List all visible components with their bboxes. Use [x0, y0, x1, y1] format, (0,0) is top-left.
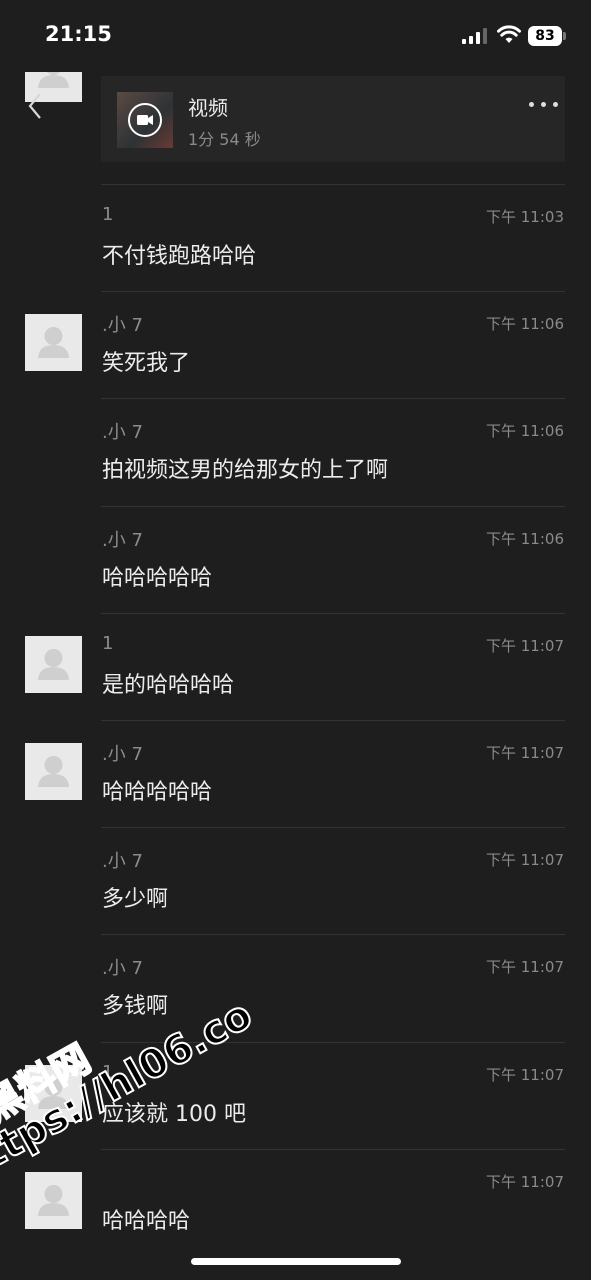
message-text: 多少啊 — [102, 887, 169, 913]
avatar[interactable] — [25, 743, 82, 800]
home-indicator[interactable] — [191, 1258, 401, 1265]
sender-name: .小 7 — [102, 958, 143, 980]
message-row[interactable]: .小 7 下午 11:07 多钱啊 — [0, 934, 591, 1041]
message-row[interactable]: .小 7 下午 11:07 哈哈哈哈哈 — [0, 720, 591, 827]
back-chevron-icon[interactable] — [24, 88, 54, 124]
message-text: 哈哈哈哈哈 — [102, 780, 213, 805]
message-row[interactable]: 1 下午 11:07 应该就 100 吧 — [0, 1041, 591, 1149]
message-time: 下午 11:03 — [486, 208, 564, 226]
default-avatar-icon — [38, 648, 69, 680]
avatar[interactable] — [25, 1064, 82, 1122]
signal-icon — [462, 28, 487, 44]
avatar[interactable] — [25, 635, 82, 693]
message-text: 多钱啊 — [102, 994, 169, 1020]
message-row[interactable]: .小 7 下午 11:06 笑死我了 — [0, 291, 591, 398]
default-avatar-icon — [38, 1077, 69, 1109]
divider — [101, 1041, 565, 1043]
sender-name: 1 — [102, 632, 114, 654]
divider — [101, 827, 565, 829]
message-text: 不付钱跑路哈哈 — [102, 244, 257, 269]
sender-name: .小 7 — [102, 422, 143, 444]
message-time: 下午 11:06 — [486, 529, 564, 548]
video-duration: 1分 54 秒 — [188, 130, 261, 149]
message-time: 下午 11:06 — [486, 422, 564, 441]
sender-name: .小 7 — [102, 529, 143, 551]
message-time: 下午 11:06 — [486, 315, 564, 334]
video-title: 视频 — [188, 96, 228, 120]
divider — [101, 612, 565, 614]
default-avatar-icon — [38, 327, 69, 359]
video-play-icon — [128, 103, 162, 137]
message-text: 哈哈哈哈 — [102, 1208, 191, 1234]
divider — [101, 1148, 565, 1150]
message-row[interactable]: .小 7 下午 11:06 哈哈哈哈哈 — [0, 505, 591, 613]
message-row[interactable]: 1 下午 11:07 是的哈哈哈哈 — [0, 612, 591, 720]
video-card[interactable]: 视频 1分 54 秒 — [101, 76, 565, 162]
divider — [101, 934, 565, 936]
status-time: 21:15 — [45, 22, 112, 46]
message-time: 下午 11:07 — [486, 851, 564, 870]
message-text: 是的哈哈哈哈 — [102, 672, 235, 698]
divider — [101, 505, 565, 507]
video-thumbnail[interactable] — [117, 92, 173, 148]
message-text: 哈哈哈哈哈 — [102, 565, 213, 591]
sender-name: .小 7 — [102, 851, 143, 873]
divider — [101, 184, 565, 185]
battery-tip — [563, 32, 566, 40]
message-time: 下午 11:07 — [486, 1065, 564, 1084]
sender-name: 1 — [102, 204, 114, 225]
battery-icon: 83 — [528, 26, 562, 46]
message-row[interactable]: .小 7 下午 11:07 多少啊 — [0, 827, 591, 934]
message-row[interactable]: 1 下午 11:03 不付钱跑路哈哈 — [0, 184, 591, 291]
message-time: 下午 11:07 — [486, 958, 564, 977]
more-icon[interactable] — [529, 98, 559, 112]
divider — [101, 398, 565, 400]
sender-name: .小 7 — [102, 315, 143, 337]
status-bar: 21:15 83 — [0, 0, 591, 72]
avatar[interactable] — [25, 314, 82, 372]
default-avatar-icon — [38, 1184, 69, 1216]
default-avatar-icon — [38, 756, 69, 787]
message-row[interactable]: .小 7 下午 11:06 拍视频这男的给那女的上了啊 — [0, 398, 591, 505]
message-time: 下午 11:07 — [486, 636, 564, 655]
message-time: 下午 11:07 — [486, 1172, 564, 1191]
sender-name: 1 — [102, 1061, 114, 1083]
message-text: 拍视频这男的给那女的上了啊 — [102, 458, 389, 484]
message-time: 下午 11:07 — [486, 744, 564, 762]
avatar[interactable] — [25, 1171, 82, 1229]
wifi-icon — [497, 25, 521, 43]
message-text: 笑死我了 — [102, 351, 191, 377]
sender-name: .小 7 — [102, 744, 143, 765]
divider — [101, 720, 565, 721]
message-row[interactable]: 下午 11:07 哈哈哈哈 — [0, 1148, 591, 1256]
message-text: 应该就 100 吧 — [102, 1101, 246, 1127]
divider — [101, 291, 565, 293]
